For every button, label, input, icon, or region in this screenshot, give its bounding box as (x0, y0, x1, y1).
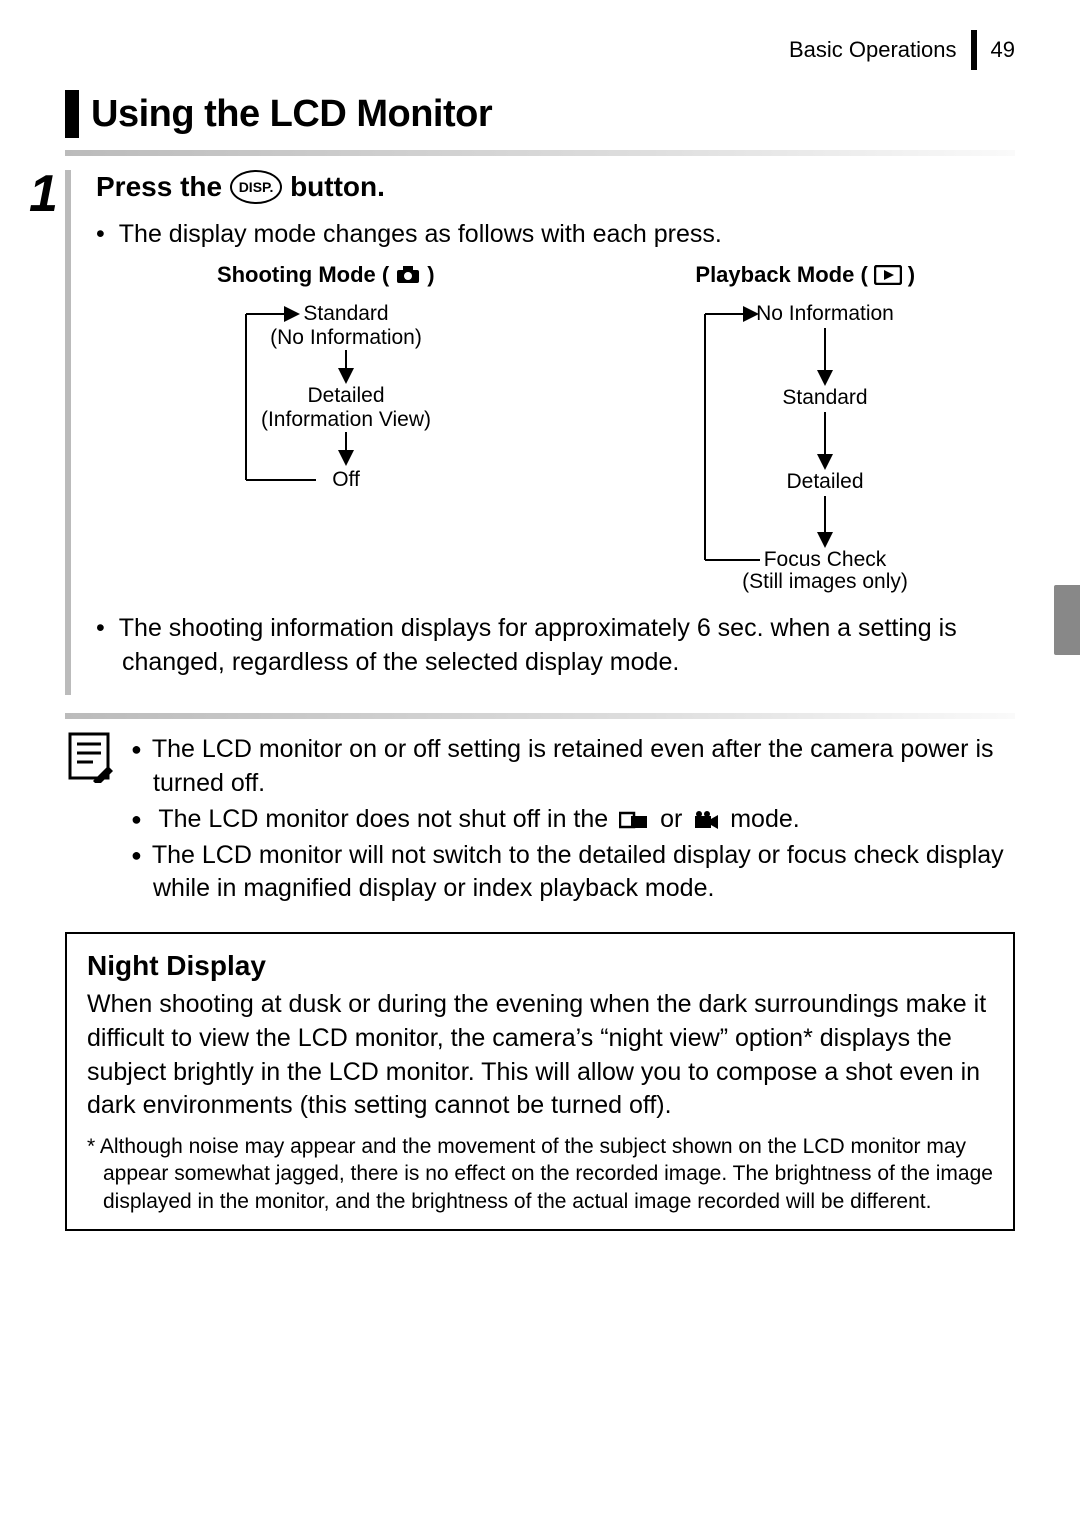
title-rule (65, 150, 1015, 156)
playback-heading-text: Playback Mode ( (695, 262, 867, 288)
note-text: The LCD monitor does not shut off in the (158, 805, 615, 833)
page-title: Using the LCD Monitor (91, 93, 492, 136)
shooting-mode-column: Shooting Mode ( ) Stand (116, 262, 536, 596)
step-block: 1 Press the DISP. button. The display mo… (65, 170, 1015, 695)
shooting-item: Standard (303, 302, 388, 325)
shooting-item: (No Information) (270, 326, 422, 349)
memo-icon (65, 731, 113, 908)
playback-item: Standard (783, 386, 868, 409)
disp-button-icon: DISP. (230, 170, 282, 204)
shooting-item: (Information View) (261, 408, 431, 431)
playback-mode-heading: Playback Mode ( ) (695, 262, 915, 288)
night-display-title: Night Display (87, 950, 993, 982)
note-item: The LCD monitor on or off setting is ret… (131, 733, 1015, 801)
page-title-row: Using the LCD Monitor (65, 90, 1015, 138)
title-accent-bar (65, 90, 79, 138)
playback-flow-diagram: No Information Standard Detailed Focus C… (645, 296, 965, 596)
camera-icon (395, 265, 421, 285)
mode-diagrams: Shooting Mode ( ) Stand (116, 262, 1015, 596)
section-name: Basic Operations (789, 37, 957, 63)
running-header: Basic Operations 49 (65, 30, 1015, 70)
shooting-heading-end: ) (427, 262, 434, 288)
shooting-flow-diagram: Standard (No Information) Detailed (Info… (176, 296, 476, 516)
night-display-box: Night Display When shooting at dusk or d… (65, 932, 1015, 1231)
note-item: The LCD monitor does not shut off in the… (131, 803, 1015, 837)
night-display-body: When shooting at dusk or during the even… (87, 988, 993, 1123)
stitch-assist-icon (619, 810, 649, 830)
step-bullet: The display mode changes as follows with… (96, 218, 1015, 252)
step-title-post: button. (290, 171, 385, 203)
playback-item: (Still images only) (742, 570, 908, 593)
shooting-item: Detailed (307, 384, 384, 407)
note-text: or (660, 805, 689, 833)
section-tab (1054, 585, 1080, 655)
step-title: Press the DISP. button. (96, 170, 1015, 204)
movie-mode-icon (693, 810, 719, 830)
note-text: mode. (730, 805, 799, 833)
step-title-pre: Press the (96, 171, 222, 203)
shooting-mode-heading: Shooting Mode ( ) (217, 262, 435, 288)
playback-mode-column: Playback Mode ( ) No Information Standar… (596, 262, 1016, 596)
playback-heading-end: ) (908, 262, 915, 288)
night-display-footnote: * Although noise may appear and the move… (87, 1133, 993, 1215)
playback-item: Detailed (787, 470, 864, 493)
note-item: The LCD monitor will not switch to the d… (131, 839, 1015, 907)
shooting-item: Off (332, 468, 360, 491)
step-bullet: The shooting information displays for ap… (96, 612, 1015, 680)
note-list: The LCD monitor on or off setting is ret… (131, 731, 1015, 908)
note-rule (65, 713, 1015, 719)
playback-item: Focus Check (764, 548, 887, 571)
page-number: 49 (991, 37, 1015, 63)
playback-item: No Information (756, 302, 894, 325)
step-number: 1 (29, 164, 62, 224)
header-divider (971, 30, 977, 70)
note-block: The LCD monitor on or off setting is ret… (65, 731, 1015, 908)
play-icon (874, 265, 902, 285)
shooting-heading-text: Shooting Mode ( (217, 262, 389, 288)
